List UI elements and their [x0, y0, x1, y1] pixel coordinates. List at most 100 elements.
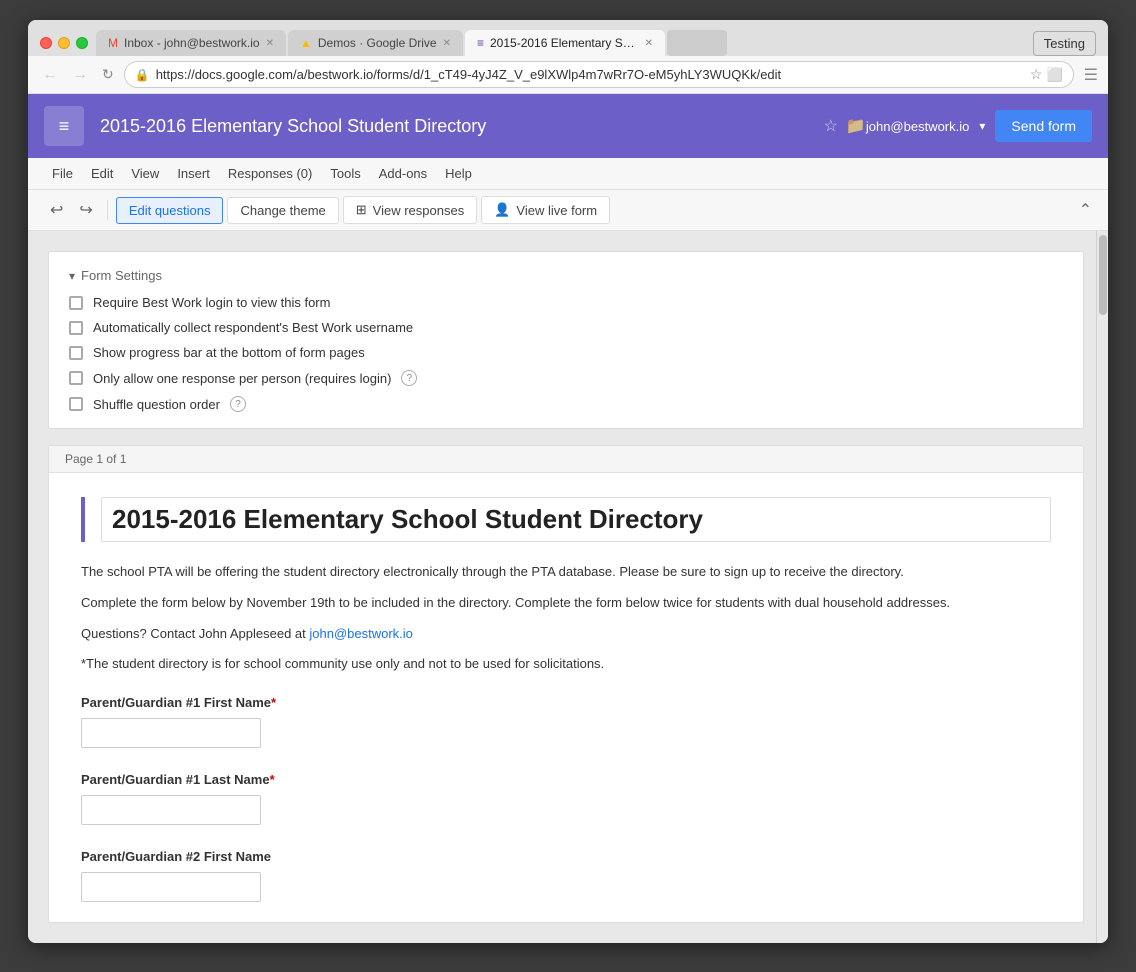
field-required-0: * [271, 695, 276, 710]
field-input-1[interactable] [81, 795, 261, 825]
menu-help[interactable]: Help [437, 162, 480, 185]
user-area: john@bestwork.io ▾ Send form [866, 110, 1092, 142]
tab-forms[interactable]: ≡ 2015-2016 Elementary Sc… ✕ [465, 30, 665, 56]
menu-tools[interactable]: Tools [322, 162, 368, 185]
field-input-2[interactable] [81, 872, 261, 902]
toolbar: ↩ ↪ Edit questions Change theme ⊞ View r… [28, 190, 1108, 231]
view-responses-icon: ⊞ [356, 202, 367, 218]
settings-checkbox-4[interactable] [69, 397, 83, 411]
change-theme-button[interactable]: Change theme [227, 197, 338, 224]
browser-menu-icon[interactable]: ☰ [1084, 65, 1098, 85]
scrollbar-thumb[interactable] [1099, 235, 1107, 315]
field-required-1: * [270, 772, 275, 787]
redo-button[interactable]: ↪ [73, 196, 98, 224]
help-icon-3[interactable]: ? [401, 370, 417, 386]
settings-label-2: Show progress bar at the bottom of form … [93, 345, 365, 360]
form-description-3: Questions? Contact John Appleseed at joh… [81, 624, 1051, 645]
menu-view[interactable]: View [123, 162, 167, 185]
app-header: ≡ 2015-2016 Elementary School Student Di… [28, 94, 1108, 158]
refresh-button[interactable]: ↻ [98, 64, 118, 85]
screencast-icon[interactable]: ⬜ [1046, 67, 1062, 83]
tab-gmail[interactable]: M Inbox - john@bestwork.io ✕ [96, 30, 286, 56]
scrollbar[interactable] [1096, 231, 1108, 943]
settings-checkbox-0[interactable] [69, 296, 83, 310]
main-content: ▾ Form Settings Require Best Work login … [28, 231, 1108, 943]
url-text: https://docs.google.com/a/bestwork.io/fo… [156, 67, 1024, 82]
view-live-form-icon: 👤 [494, 202, 510, 218]
maximize-button[interactable] [76, 37, 88, 49]
tab-forms-close[interactable]: ✕ [645, 38, 653, 49]
menu-addons[interactable]: Add-ons [371, 162, 435, 185]
logo-icon: ≡ [59, 116, 70, 137]
minimize-button[interactable] [58, 37, 70, 49]
menu-file[interactable]: File [44, 162, 81, 185]
form-field-1: Parent/Guardian #1 Last Name* [81, 772, 1051, 825]
gmail-icon: M [108, 36, 118, 50]
star-icon[interactable]: ☆ [824, 116, 838, 136]
page-label: Page 1 of 1 [49, 446, 1083, 473]
field-label-0: Parent/Guardian #1 First Name* [81, 695, 1051, 710]
browser-window: M Inbox - john@bestwork.io ✕ ▲ Demos · G… [28, 20, 1108, 943]
url-bar[interactable]: 🔒 https://docs.google.com/a/bestwork.io/… [124, 61, 1074, 88]
title-bar: M Inbox - john@bestwork.io ✕ ▲ Demos · G… [28, 20, 1108, 56]
form-field-0: Parent/Guardian #1 First Name* [81, 695, 1051, 748]
testing-badge: Testing [1033, 31, 1096, 56]
contact-email-link[interactable]: john@bestwork.io [309, 626, 413, 641]
tab-drive-close[interactable]: ✕ [443, 38, 451, 49]
form-title-input[interactable] [101, 497, 1051, 542]
form-settings-panel: ▾ Form Settings Require Best Work login … [48, 251, 1084, 429]
field-label-1: Parent/Guardian #1 Last Name* [81, 772, 1051, 787]
field-input-0[interactable] [81, 718, 261, 748]
browser-body: ▾ Form Settings Require Best Work login … [28, 231, 1108, 943]
new-tab-input[interactable] [667, 30, 727, 56]
app-title-icons: ☆ 📁 [824, 116, 866, 136]
tab-drive[interactable]: ▲ Demos · Google Drive ✕ [288, 30, 463, 56]
user-dropdown-icon[interactable]: ▾ [979, 119, 985, 133]
settings-label-3: Only allow one response per person (requ… [93, 371, 391, 386]
menu-insert[interactable]: Insert [169, 162, 218, 185]
bookmark-icon[interactable]: ☆ [1030, 66, 1043, 83]
settings-item-3: Only allow one response per person (requ… [69, 370, 1063, 386]
view-responses-label: View responses [373, 203, 465, 218]
forms-icon: ≡ [477, 36, 484, 50]
app-logo: ≡ [44, 106, 84, 146]
tab-gmail-close[interactable]: ✕ [266, 38, 274, 49]
help-icon-4[interactable]: ? [230, 396, 246, 412]
tabs-bar: M Inbox - john@bestwork.io ✕ ▲ Demos · G… [96, 30, 1025, 56]
settings-item-4: Shuffle question order ? [69, 396, 1063, 412]
settings-checkbox-3[interactable] [69, 371, 83, 385]
form-field-2: Parent/Guardian #2 First Name [81, 849, 1051, 902]
settings-checkbox-1[interactable] [69, 321, 83, 335]
menu-edit[interactable]: Edit [83, 162, 121, 185]
settings-checkbox-2[interactable] [69, 346, 83, 360]
form-description-4: *The student directory is for school com… [81, 654, 1051, 675]
form-description-1: The school PTA will be offering the stud… [81, 562, 1051, 583]
view-responses-button[interactable]: ⊞ View responses [343, 196, 477, 224]
form-settings-header[interactable]: ▾ Form Settings [69, 268, 1063, 283]
view-live-form-button[interactable]: 👤 View live form [481, 196, 610, 224]
settings-item-2: Show progress bar at the bottom of form … [69, 345, 1063, 360]
send-form-button[interactable]: Send form [995, 110, 1092, 142]
drive-icon: ▲ [300, 36, 312, 50]
nav-bar: ← → ↻ 🔒 https://docs.google.com/a/bestwo… [28, 56, 1108, 94]
toolbar-separator [107, 200, 108, 220]
collapse-button[interactable]: ⌃ [1079, 200, 1092, 220]
settings-label-4: Shuffle question order [93, 397, 220, 412]
tab-forms-label: 2015-2016 Elementary Sc… [490, 36, 639, 50]
undo-button[interactable]: ↩ [44, 196, 69, 224]
forward-button[interactable]: → [68, 64, 92, 86]
field-label-2: Parent/Guardian #2 First Name [81, 849, 1051, 864]
back-button[interactable]: ← [38, 64, 62, 86]
tab-drive-label: Demos · Google Drive [318, 36, 437, 50]
menu-responses[interactable]: Responses (0) [220, 162, 321, 185]
settings-toggle-icon: ▾ [69, 269, 75, 283]
settings-item-1: Automatically collect respondent's Best … [69, 320, 1063, 335]
edit-questions-button[interactable]: Edit questions [116, 197, 224, 224]
settings-label-0: Require Best Work login to view this for… [93, 295, 330, 310]
folder-icon[interactable]: 📁 [846, 116, 866, 136]
lock-icon: 🔒 [135, 68, 150, 82]
close-button[interactable] [40, 37, 52, 49]
form-page-container: Page 1 of 1 The school PTA will be offer… [48, 445, 1084, 923]
user-email: john@bestwork.io [866, 119, 970, 134]
form-page-content: The school PTA will be offering the stud… [49, 473, 1083, 923]
